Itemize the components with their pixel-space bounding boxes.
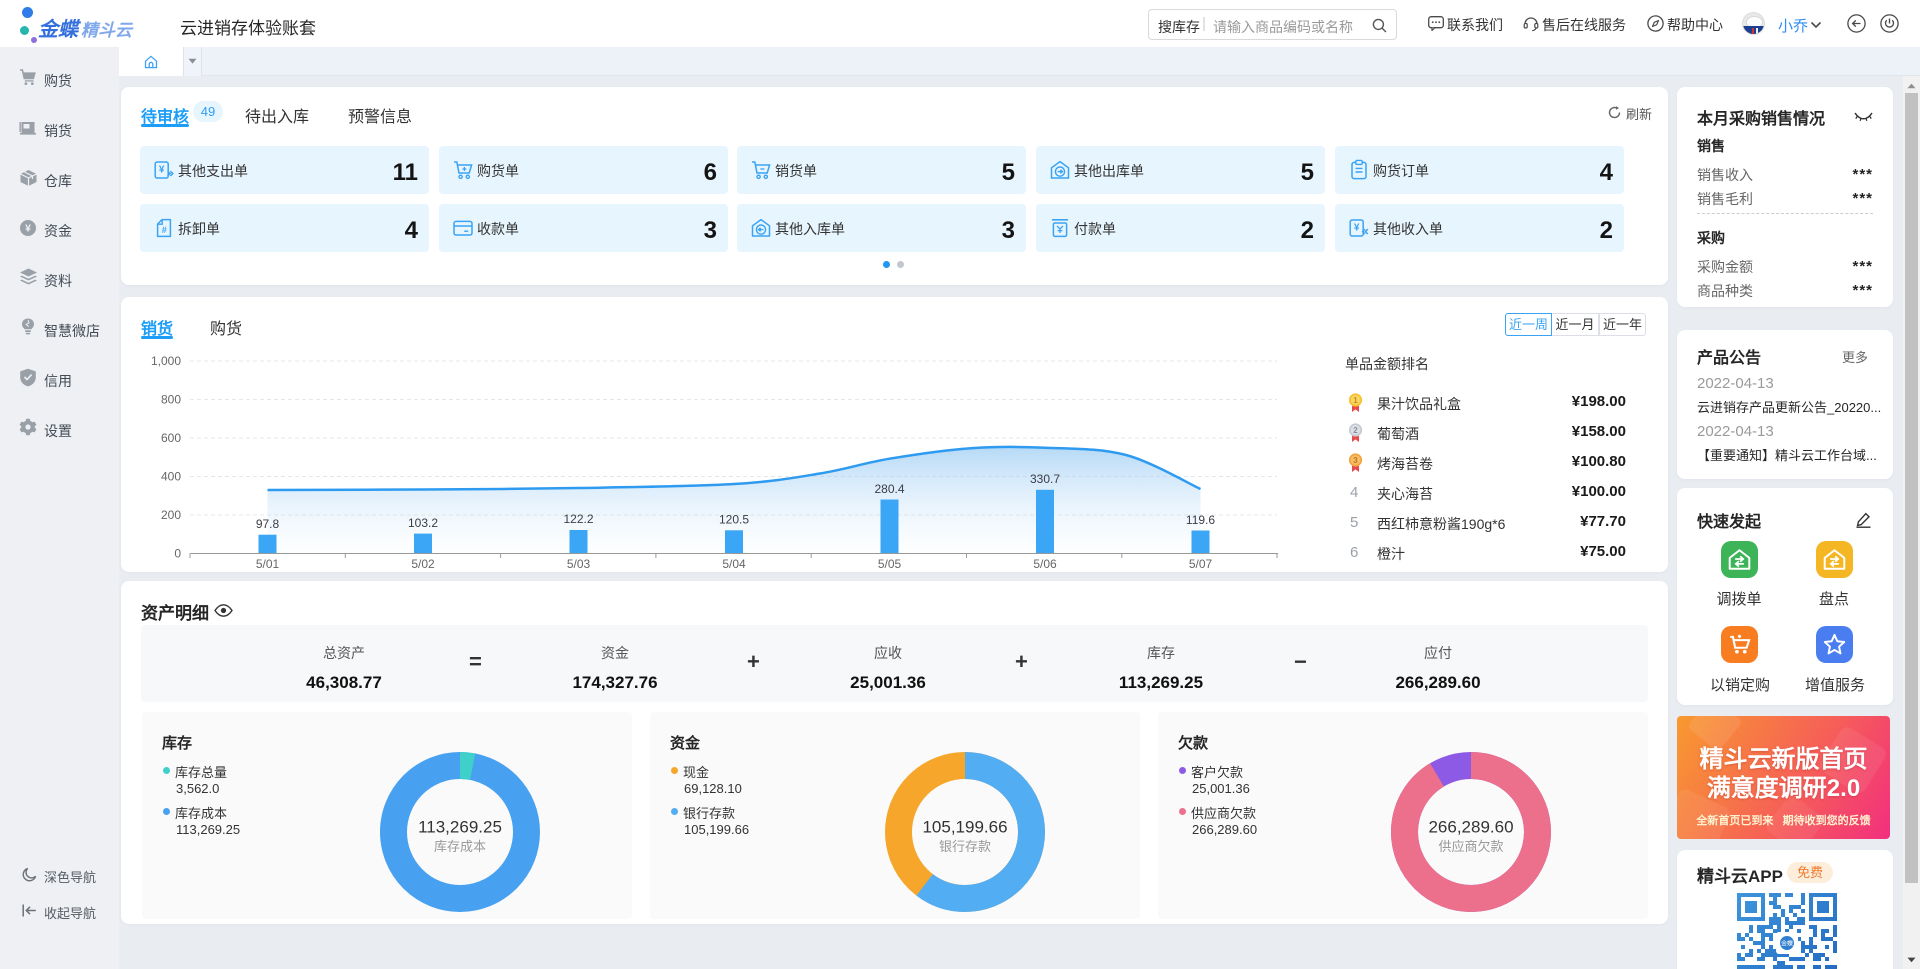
svg-text:银行存款: 银行存款 [939,839,991,854]
svg-text:330.7: 330.7 [1030,472,1060,486]
svg-text:3: 3 [1353,456,1358,465]
svg-text:400: 400 [161,470,181,484]
svg-text:800: 800 [161,393,181,407]
svg-text:¥: ¥ [159,165,165,176]
svg-text:122.2: 122.2 [563,512,593,526]
svg-text:5/04: 5/04 [722,557,746,571]
svg-text:#: # [162,225,167,235]
svg-text:0: 0 [174,547,181,561]
svg-text:供应商欠款: 供应商欠款 [1438,839,1503,854]
svg-text:5/05: 5/05 [878,557,902,571]
svg-text:280.4: 280.4 [874,482,904,496]
svg-text:97.8: 97.8 [256,517,280,531]
svg-text:120.5: 120.5 [719,513,749,527]
svg-text:600: 600 [161,431,181,445]
svg-text:2: 2 [1353,426,1358,435]
svg-text:266,289.60: 266,289.60 [1428,818,1513,837]
svg-text:113,269.25: 113,269.25 [418,818,502,837]
svg-text:119.6: 119.6 [1186,513,1215,527]
svg-text:5/07: 5/07 [1189,557,1213,571]
svg-text:200: 200 [161,508,181,522]
svg-text:103.2: 103.2 [408,516,438,530]
svg-text:5/01: 5/01 [256,557,280,571]
svg-text:1,000: 1,000 [151,354,181,368]
svg-text:5/03: 5/03 [567,557,591,571]
svg-text:¥: ¥ [1354,223,1360,234]
svg-text:5/02: 5/02 [411,557,435,571]
svg-text:1: 1 [1353,396,1358,405]
svg-text:5/06: 5/06 [1033,557,1057,571]
svg-text:库存成本: 库存成本 [434,839,486,854]
svg-text:¥: ¥ [25,223,31,235]
svg-text:105,199.66: 105,199.66 [922,818,1007,837]
svg-text:金蝶: 金蝶 [1781,940,1793,948]
